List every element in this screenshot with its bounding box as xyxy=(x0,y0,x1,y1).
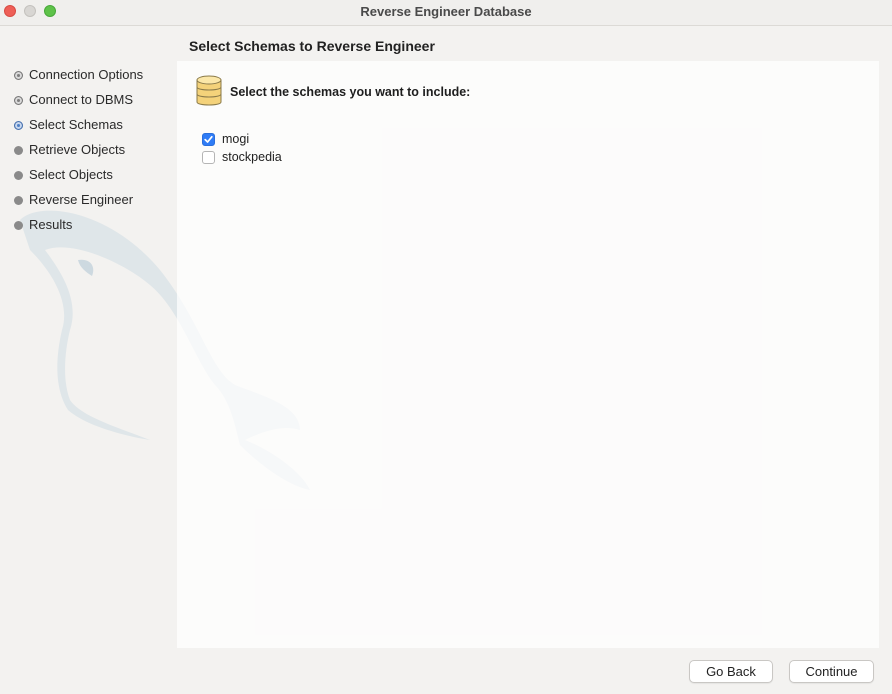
step-results: Results xyxy=(14,212,143,237)
schema-item-stockpedia[interactable]: stockpedia xyxy=(202,148,282,166)
step-pending-icon xyxy=(14,195,23,205)
content-panel xyxy=(177,61,879,648)
schema-list: mogi stockpedia xyxy=(202,130,282,166)
continue-button[interactable]: Continue xyxy=(789,660,874,683)
database-icon xyxy=(196,75,222,106)
step-connection-options: Connection Options xyxy=(14,62,143,87)
step-label: Reverse Engineer xyxy=(29,192,134,207)
schema-label: mogi xyxy=(222,132,250,146)
step-label: Select Schemas xyxy=(29,117,123,132)
step-label: Retrieve Objects xyxy=(29,142,126,157)
step-done-icon xyxy=(14,70,23,80)
step-select-objects: Select Objects xyxy=(14,162,143,187)
schema-item-mogi[interactable]: mogi xyxy=(202,130,282,148)
step-connect-to-dbms: Connect to DBMS xyxy=(14,87,143,112)
step-label: Connection Options xyxy=(29,67,144,82)
schema-checkbox[interactable] xyxy=(202,132,215,146)
step-label: Select Objects xyxy=(29,167,113,182)
step-select-schemas: Select Schemas xyxy=(14,112,143,137)
schema-label: stockpedia xyxy=(222,150,282,164)
step-pending-icon xyxy=(14,170,23,180)
step-label: Results xyxy=(29,217,73,232)
step-done-icon xyxy=(14,95,23,105)
page-title: Select Schemas to Reverse Engineer xyxy=(189,38,435,54)
step-current-icon xyxy=(14,120,23,130)
step-pending-icon xyxy=(14,220,23,230)
step-pending-icon xyxy=(14,145,23,155)
step-retrieve-objects: Retrieve Objects xyxy=(14,137,143,162)
window-title: Reverse Engineer Database xyxy=(360,4,532,19)
step-reverse-engineer: Reverse Engineer xyxy=(14,187,143,212)
checkmark-icon xyxy=(204,135,213,143)
title-bar: Reverse Engineer Database xyxy=(0,0,892,26)
instruction-text: Select the schemas you want to include: xyxy=(230,85,471,99)
go-back-button[interactable]: Go Back xyxy=(689,660,773,683)
step-label: Connect to DBMS xyxy=(29,92,134,107)
wizard-steps: Connection Options Connect to DBMS Selec… xyxy=(14,62,143,237)
schema-checkbox[interactable] xyxy=(202,150,215,164)
